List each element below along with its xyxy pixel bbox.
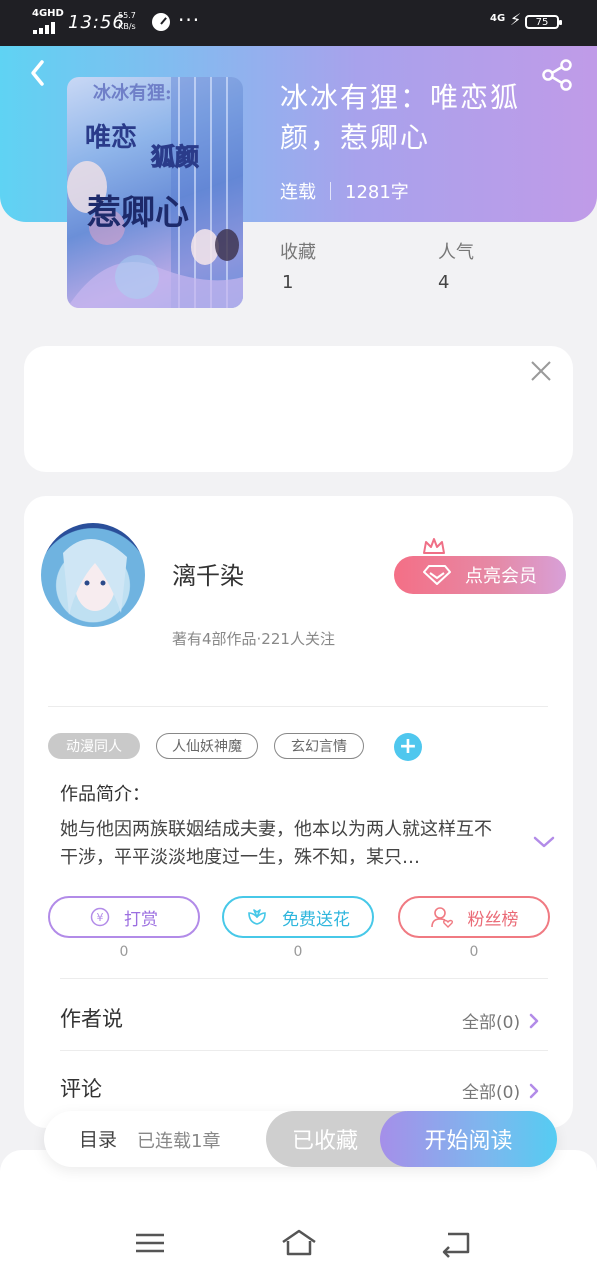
network-speed: 55.7 KB/s [118,10,136,32]
start-reading-button[interactable]: 开始阅读 [380,1111,557,1167]
author-says-count: 全部(0) [462,1013,521,1033]
stat-popularity-value: 4 [438,272,450,293]
yen-coin-icon: ¥ [90,907,110,927]
network-label-2: 4G [490,13,506,24]
chevron-left-icon[interactable] [24,58,54,88]
reward-count: 0 [119,944,129,960]
send-flower-button[interactable]: 免费送花 [222,896,374,938]
flower-icon [248,909,266,925]
stat-popularity-label: 人气 [438,242,474,263]
menu-icon[interactable] [133,1228,167,1258]
comments-count: 全部(0) [462,1083,521,1103]
book-title: 冰冰有狸：唯恋狐颜，惹卿心 [280,81,521,154]
bottom-panel [0,1150,597,1280]
flower-label: 免费送花 [282,909,350,930]
activate-vip-button[interactable]: 点亮会员 [394,556,566,594]
author-avatar[interactable] [41,523,145,627]
comments-all[interactable]: 全部(0) [462,1078,540,1103]
book-meta: 连载 1281字 [280,178,409,204]
charging-icon: ⚡ [510,10,522,29]
cover-title-fox: 狐颜 [151,142,200,172]
table-of-contents-button[interactable]: 目录 [79,1125,117,1152]
tag-anime-fan[interactable]: 动漫同人 [48,733,140,759]
cover-title-mid: 唯恋 [85,123,138,153]
diamond-icon [423,565,451,585]
crown-icon [423,538,445,554]
status-time: 13:56 [68,12,125,33]
author-works-followers: 著有4部作品·221人关注 [172,630,335,648]
author-name[interactable]: 漓千染 [172,556,244,591]
intro-label: 作品简介： [60,784,150,805]
meta-divider [330,182,331,200]
vip-label: 点亮会员 [465,566,537,587]
ad-banner-card [24,346,573,472]
intro-text: 她与他因两族联姻结成夫妻，他本以为两人就这样互不干涉，平平淡淡地度过一生，殊不知… [60,819,492,868]
speedometer-icon [152,13,170,31]
battery-icon: 75 [525,15,562,29]
status-bar: 4GHD 13:56 55.7 KB/s ··· 4G ⚡ 75 [0,0,597,46]
book-cover[interactable]: 冰冰有狸: 唯恋 狐颜 惹卿心 [67,77,243,308]
divider [48,706,548,707]
divider [60,1050,548,1051]
chevron-right-icon [529,1083,539,1098]
flower-count: 0 [293,944,303,960]
reward-button[interactable]: ¥ 打赏 [48,896,200,938]
network-label: 4GHD [32,8,64,19]
fans-label: 粉丝榜 [467,909,519,930]
tag-fantasy-romance[interactable]: 玄幻言情 [274,733,364,759]
serial-status: 连载 [280,182,316,203]
fan-person-icon [430,907,453,928]
back-icon[interactable] [438,1228,472,1258]
speed-value: 55.7 [118,11,136,20]
stat-favorites-label: 收藏 [280,242,316,263]
speed-unit: KB/s [118,22,136,31]
chevron-down-icon[interactable] [532,832,556,852]
reward-label: 打赏 [124,909,158,930]
more-notifications: ··· [178,8,201,32]
home-icon[interactable] [280,1228,318,1258]
signal-icon [33,22,59,34]
battery-level: 75 [535,16,549,28]
cover-title-bottom: 惹卿心 [87,193,189,233]
stat-favorites-value: 1 [282,272,294,293]
add-tag-button[interactable]: + [394,733,422,761]
fan-ranking-button[interactable]: 粉丝榜 [398,896,550,938]
author-says-all[interactable]: 全部(0) [462,1008,540,1033]
divider [60,978,548,979]
serial-chapter-status: 已连载1章 [137,1131,221,1152]
fans-count: 0 [469,944,479,960]
avatar-art [63,538,127,615]
svg-text:¥: ¥ [97,911,104,924]
chevron-right-icon [529,1013,539,1028]
tag-immortal-demon[interactable]: 人仙妖神魔 [156,733,258,759]
author-says-title[interactable]: 作者说 [60,1003,123,1033]
close-icon[interactable] [526,356,556,386]
cover-title-top: 冰冰有狸: [93,83,172,104]
comments-title[interactable]: 评论 [60,1073,102,1103]
word-count: 1281字 [345,182,409,203]
